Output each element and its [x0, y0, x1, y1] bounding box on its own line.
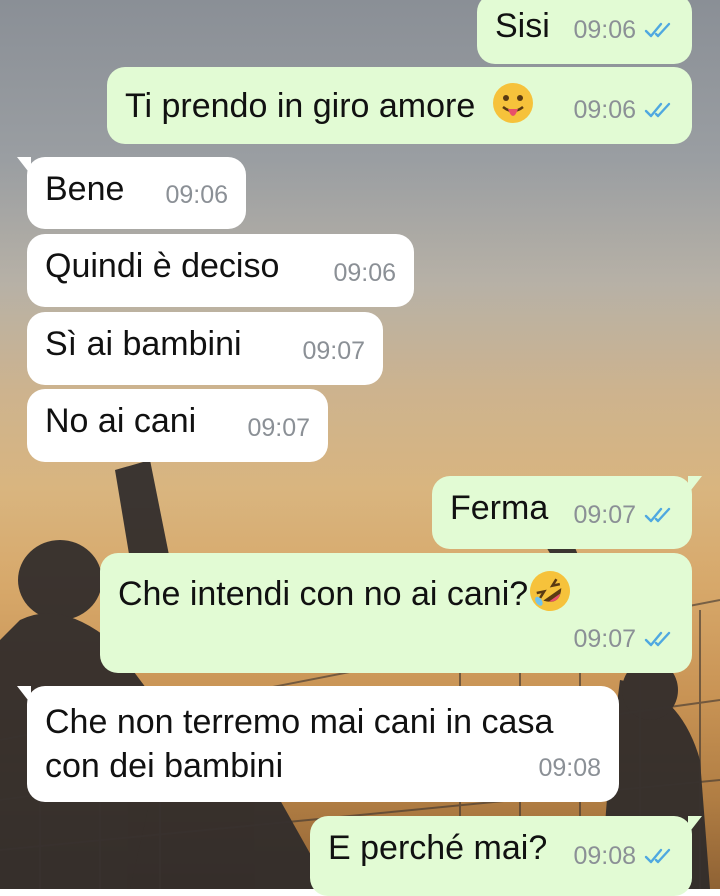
message-time: 09:07 — [247, 414, 310, 442]
bubble-tail — [17, 157, 31, 175]
outgoing-message[interactable]: E perché mai? 09:08 — [310, 816, 702, 896]
message-text: E perché mai? — [328, 829, 548, 867]
message-text-line-2: con dei bambini — [45, 747, 284, 785]
incoming-message[interactable]: No ai cani 09:07 — [27, 389, 328, 462]
message-time: 09:08 — [573, 842, 636, 870]
outgoing-message[interactable]: Ferma 09:07 — [432, 476, 702, 549]
message-text-line-1: Che non terremo mai cani in casa — [45, 703, 554, 741]
double-check-read-icon — [644, 631, 671, 647]
message-text: Quindi è deciso — [45, 247, 280, 285]
incoming-message[interactable]: Sì ai bambini 09:07 — [27, 312, 383, 385]
rolling-on-floor-laughing-emoji — [530, 571, 571, 611]
message-time: 09:08 — [538, 754, 601, 782]
message-time: 09:07 — [573, 501, 636, 529]
message-meta: 09:07 — [247, 406, 310, 450]
message-meta: 09:06 — [165, 173, 228, 217]
message-meta: 09:06 — [573, 8, 674, 52]
message-text: Sisi — [495, 7, 550, 45]
message-text: Bene — [45, 170, 125, 208]
outgoing-message[interactable]: Ti prendo in giro amore 09:06 — [107, 67, 692, 144]
message-text: Ti prendo in giro amore — [125, 87, 476, 125]
incoming-message[interactable]: Bene 09:06 — [17, 157, 246, 229]
message-time: 09:06 — [165, 181, 228, 209]
message-text: Sì ai bambini — [45, 325, 242, 363]
double-check-read-icon — [644, 22, 671, 38]
outgoing-message[interactable]: Sisi 09:06 — [477, 0, 692, 64]
bubble-tail — [688, 476, 702, 494]
message-time: 09:06 — [573, 16, 636, 44]
message-text: No ai cani — [45, 402, 197, 440]
outgoing-message[interactable]: Che intendi con no ai cani? 09:07 — [100, 553, 692, 673]
message-meta: 09:06 — [333, 251, 396, 295]
double-check-read-icon — [644, 848, 671, 864]
message-meta: 09:07 — [302, 329, 365, 373]
incoming-message[interactable]: Che non terremo mai cani in casa con dei… — [17, 686, 619, 802]
double-check-read-icon — [644, 102, 671, 118]
message-meta: 09:07 — [573, 493, 674, 537]
message-meta: 09:06 — [573, 88, 674, 132]
incoming-message[interactable]: Quindi è deciso 09:06 — [27, 234, 414, 307]
message-meta: 09:08 — [573, 834, 674, 878]
message-text: Ferma — [450, 489, 549, 527]
message-text: Che intendi con no ai cani? — [118, 575, 529, 613]
message-time: 09:07 — [302, 337, 365, 365]
bubble-tail — [17, 686, 31, 704]
bubble-tail — [688, 816, 702, 834]
message-time: 09:06 — [333, 259, 396, 287]
face-with-tongue-emoji — [492, 83, 533, 123]
message-time: 09:07 — [573, 625, 636, 653]
message-meta: 09:08 — [538, 746, 601, 790]
message-meta: 09:07 — [573, 617, 674, 661]
message-time: 09:06 — [573, 96, 636, 124]
double-check-read-icon — [644, 507, 671, 523]
